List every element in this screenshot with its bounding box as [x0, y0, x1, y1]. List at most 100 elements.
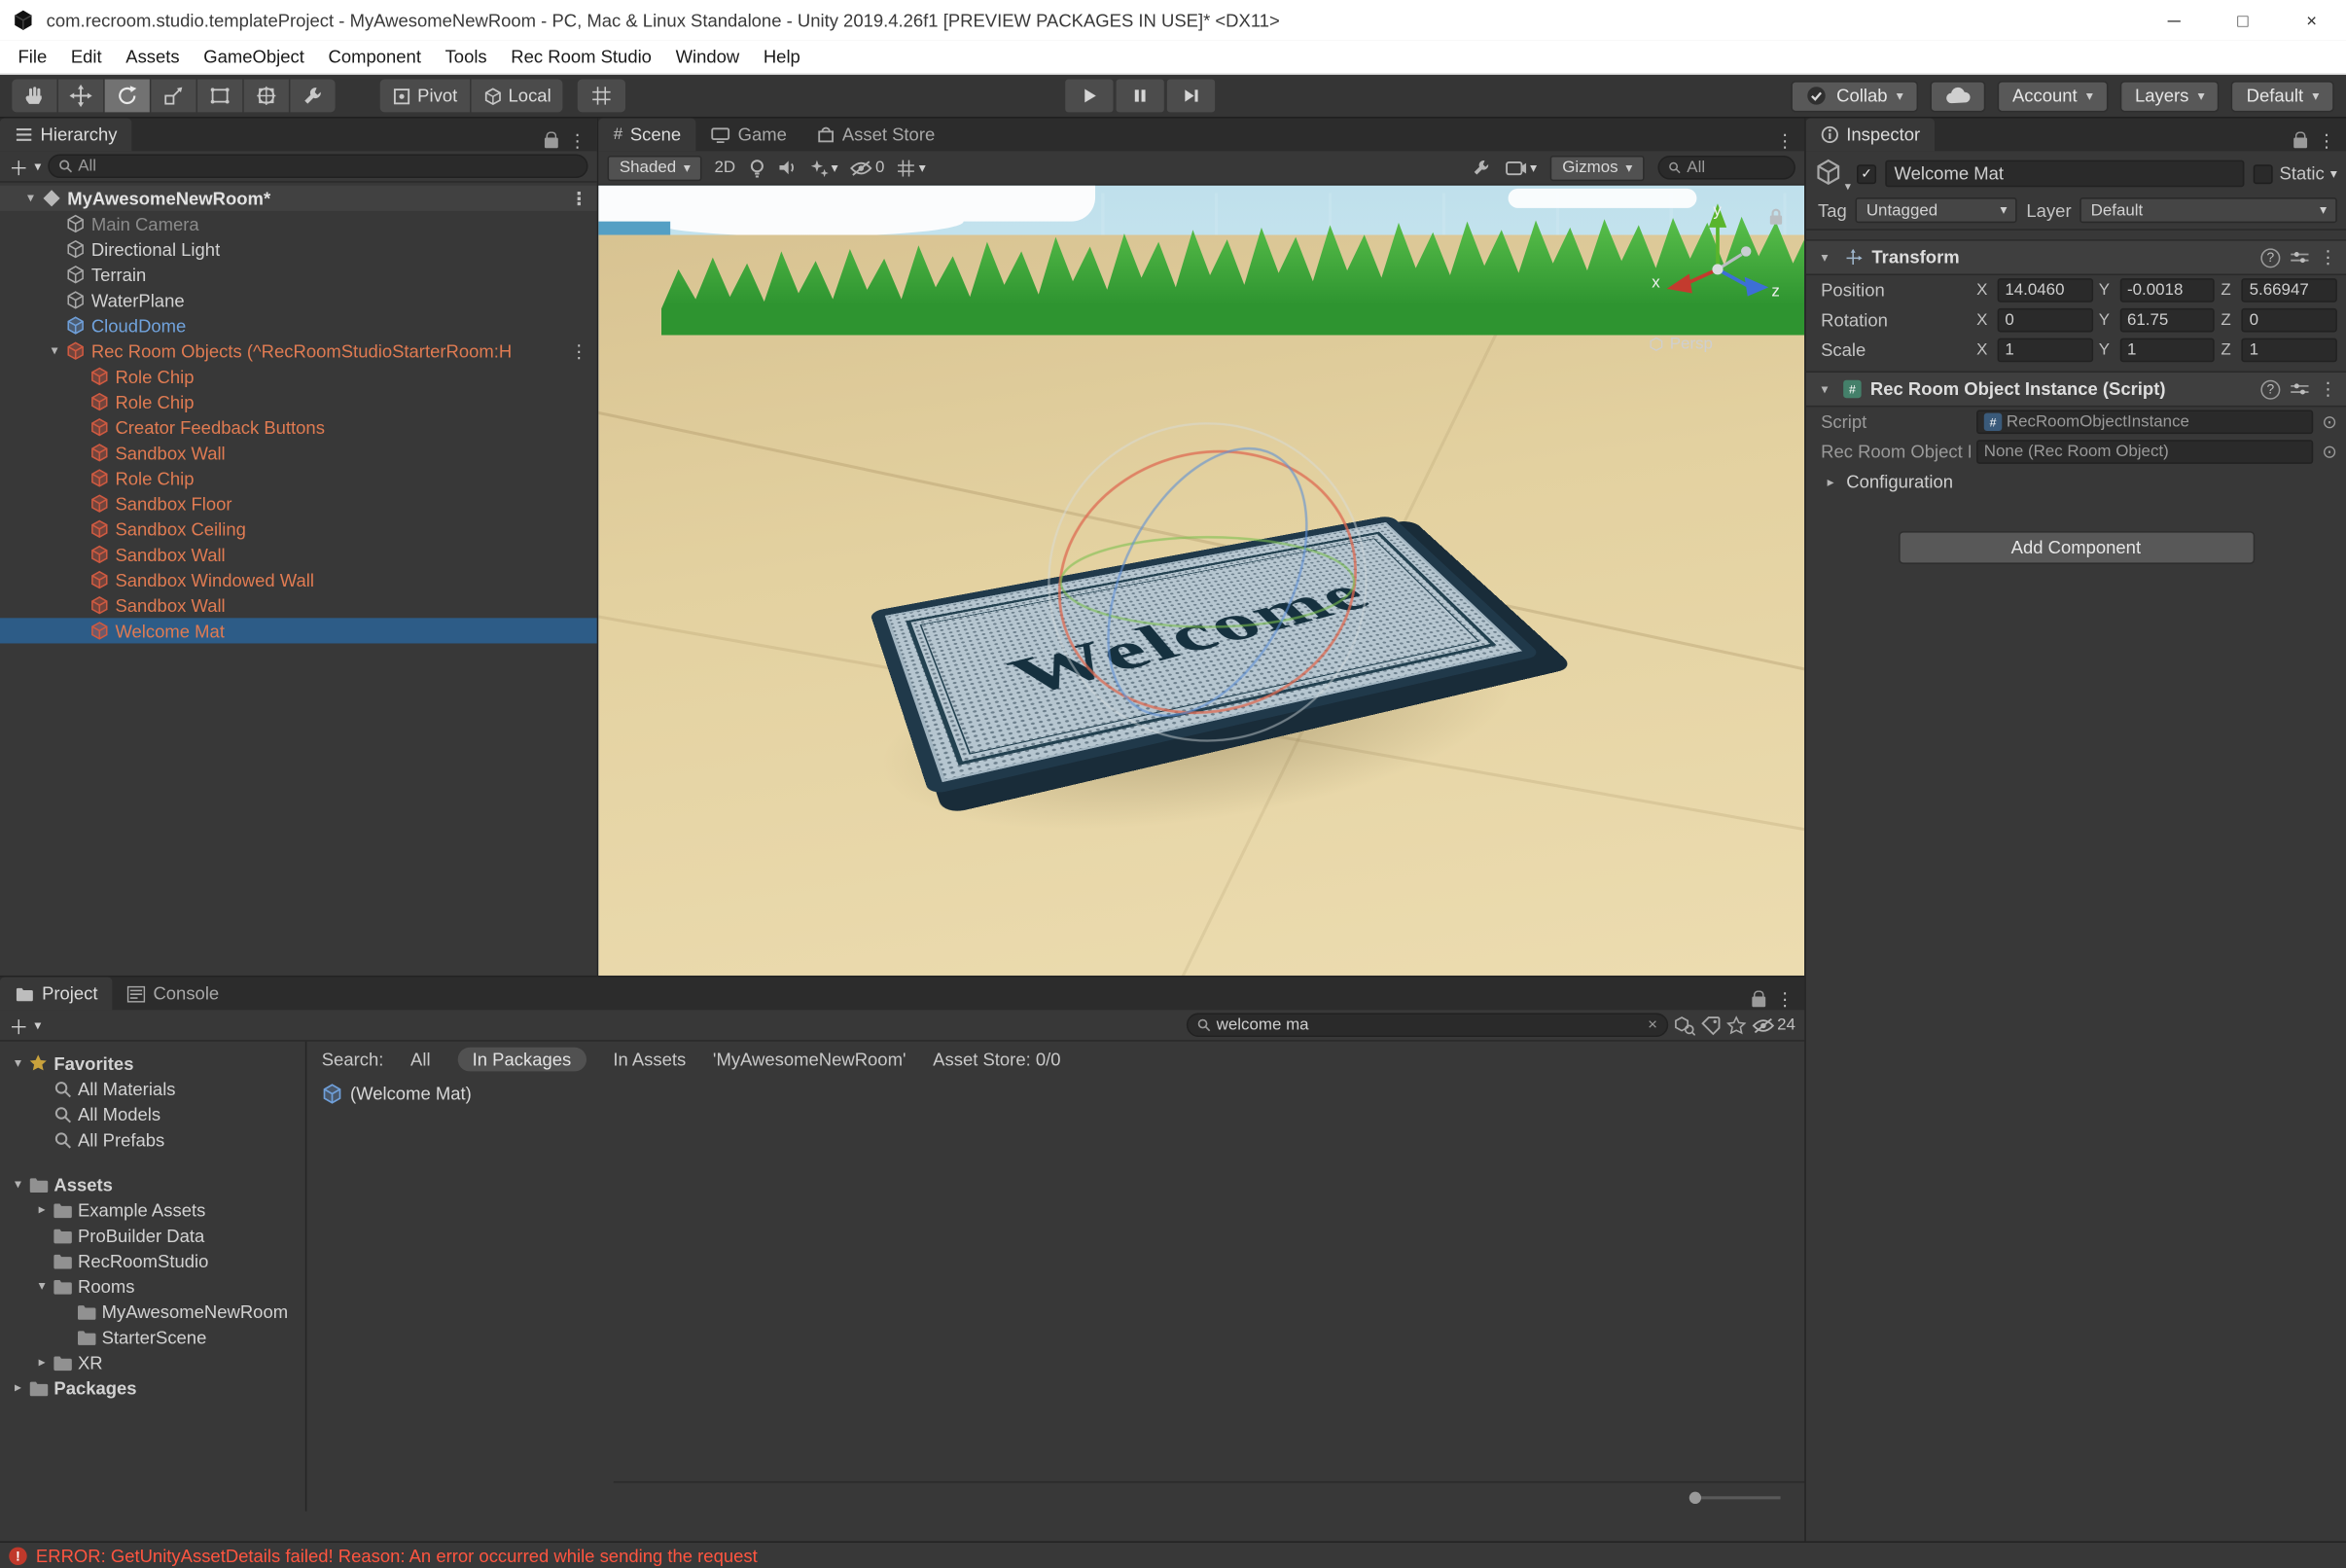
scope-asset-store[interactable]: Asset Store: 0/0: [933, 1049, 1060, 1070]
caret-icon[interactable]: ▾: [45, 342, 64, 359]
hierarchy-item[interactable]: CloudDome: [0, 313, 597, 339]
foldout-caret-icon[interactable]: ▾: [1815, 249, 1834, 266]
transform-tool-button[interactable]: [244, 80, 289, 113]
scene-audio-toggle[interactable]: [777, 159, 797, 176]
search-by-type-icon[interactable]: [1674, 1016, 1695, 1035]
custom-tool-button[interactable]: [290, 80, 335, 113]
static-checkbox[interactable]: [2254, 163, 2273, 183]
project-tree-item[interactable]: All Prefabs: [0, 1126, 305, 1152]
project-tree-item[interactable]: ProBuilder Data: [0, 1223, 305, 1248]
project-tree-item[interactable]: StarterScene: [0, 1324, 305, 1349]
scene-search-input[interactable]: [1687, 159, 1785, 176]
menu-tools[interactable]: Tools: [433, 40, 499, 74]
project-tree-item[interactable]: ▸Packages: [0, 1375, 305, 1401]
close-button[interactable]: ×: [2277, 0, 2346, 41]
local-toggle-button[interactable]: Local: [471, 80, 563, 113]
tab-console[interactable]: Console: [113, 978, 234, 1011]
kebab-menu-icon[interactable]: ⋮: [2319, 247, 2336, 268]
hierarchy-item[interactable]: Main Camera: [0, 211, 597, 236]
gizmos-dropdown[interactable]: Gizmos▾: [1550, 155, 1645, 180]
kebab-menu-icon[interactable]: ⋮: [2318, 130, 2335, 152]
object-name-field[interactable]: [1885, 160, 2245, 188]
search-result-item[interactable]: (Welcome Mat): [306, 1078, 1804, 1111]
rotation-y-field[interactable]: 61.75: [2119, 308, 2215, 333]
scale-tool-button[interactable]: [151, 80, 196, 113]
add-component-button[interactable]: Add Component: [1898, 531, 2254, 564]
scope-room[interactable]: 'MyAwesomeNewRoom': [713, 1049, 906, 1070]
project-tree-item[interactable]: ▾Rooms: [0, 1273, 305, 1299]
kebab-menu-icon[interactable]: ⋮: [569, 130, 586, 152]
2d-toggle[interactable]: 2D: [714, 159, 735, 176]
hierarchy-item[interactable]: ▾MyAwesomeNewRoom*⋮: [0, 186, 597, 211]
pivot-toggle-button[interactable]: Pivot: [380, 80, 470, 113]
kebab-menu-icon[interactable]: ⋮: [1776, 130, 1794, 152]
project-tree-item[interactable]: RecRoomStudio: [0, 1248, 305, 1273]
tab-game[interactable]: Game: [696, 119, 802, 152]
scene-viewport[interactable]: Welcome y x z: [598, 186, 1804, 976]
caret-icon[interactable]: ▸: [33, 1201, 51, 1218]
collab-button[interactable]: Collab ▾: [1792, 80, 1918, 111]
hierarchy-item[interactable]: Welcome Mat: [0, 618, 597, 643]
scope-in-packages[interactable]: In Packages: [457, 1048, 586, 1072]
preset-icon[interactable]: [2291, 381, 2308, 396]
rect-tool-button[interactable]: [197, 80, 242, 113]
hierarchy-item[interactable]: Sandbox Ceiling: [0, 517, 597, 542]
project-tree-item[interactable]: ▾Assets: [0, 1171, 305, 1196]
hierarchy-item[interactable]: Sandbox Floor: [0, 491, 597, 517]
tag-dropdown[interactable]: Untagged▾: [1856, 197, 2017, 223]
caret-icon[interactable]: ▸: [33, 1354, 51, 1371]
account-dropdown[interactable]: Account▾: [1998, 80, 2109, 111]
cloud-button[interactable]: [1930, 80, 1985, 111]
project-search[interactable]: ×: [1186, 1013, 1667, 1037]
position-y-field[interactable]: -0.0018: [2119, 278, 2215, 303]
kebab-menu-icon[interactable]: ⋮: [2319, 378, 2336, 400]
hierarchy-item[interactable]: Creator Feedback Buttons: [0, 414, 597, 440]
status-bar[interactable]: ! ERROR: GetUnityAssetDetails failed! Re…: [0, 1541, 2346, 1568]
rotation-z-field[interactable]: 0: [2242, 308, 2337, 333]
hierarchy-item[interactable]: Directional Light: [0, 236, 597, 262]
scene-visibility-toggle[interactable]: 0: [850, 159, 885, 176]
recroom-object-field[interactable]: None (Rec Room Object): [1976, 440, 2313, 464]
search-by-label-icon[interactable]: [1701, 1016, 1721, 1035]
tab-inspector[interactable]: Inspector: [1806, 119, 1936, 152]
caret-icon[interactable]: ▾: [33, 1278, 51, 1295]
tab-asset-store[interactable]: Asset Store: [801, 119, 949, 152]
hierarchy-search-input[interactable]: [78, 158, 578, 175]
lock-icon[interactable]: [2293, 138, 2307, 149]
caret-icon[interactable]: ▾: [9, 1176, 26, 1193]
chevron-down-icon[interactable]: ▾: [34, 1016, 41, 1033]
kebab-menu-icon[interactable]: ⋮: [570, 188, 587, 209]
caret-icon[interactable]: ▾: [21, 190, 41, 206]
object-name-input[interactable]: [1894, 163, 2235, 185]
hidden-count-indicator[interactable]: 24: [1752, 1016, 1795, 1034]
gameobject-icon[interactable]: ▾: [1815, 159, 1848, 189]
help-icon[interactable]: ?: [2260, 379, 2280, 399]
menu-window[interactable]: Window: [663, 40, 751, 74]
hierarchy-item[interactable]: ▾Rec Room Objects (^RecRoomStudioStarter…: [0, 339, 597, 364]
rotation-gizmo[interactable]: [990, 395, 1424, 769]
menu-help[interactable]: Help: [752, 40, 813, 74]
layout-dropdown[interactable]: Default▾: [2231, 80, 2333, 111]
preset-icon[interactable]: [2291, 250, 2308, 265]
layer-dropdown[interactable]: Default▾: [2080, 197, 2337, 223]
scene-search[interactable]: [1657, 156, 1795, 180]
project-tree-item[interactable]: ▸XR: [0, 1350, 305, 1375]
menu-assets[interactable]: Assets: [114, 40, 192, 74]
chevron-down-icon[interactable]: ▾: [34, 158, 41, 174]
caret-icon[interactable]: ▾: [9, 1055, 26, 1072]
scope-all[interactable]: All: [410, 1049, 431, 1070]
chevron-down-icon[interactable]: ▾: [2330, 165, 2337, 182]
layers-dropdown[interactable]: Layers▾: [2120, 80, 2220, 111]
configuration-foldout[interactable]: ▸ Configuration: [1806, 467, 2346, 498]
create-button[interactable]: ＋: [9, 152, 28, 180]
move-tool-button[interactable]: [58, 80, 103, 113]
scene-grid-dropdown[interactable]: ▾: [897, 158, 926, 177]
hierarchy-item[interactable]: Sandbox Windowed Wall: [0, 567, 597, 592]
object-picker-icon[interactable]: ⊙: [2322, 442, 2336, 463]
tab-project[interactable]: Project: [0, 978, 113, 1011]
hierarchy-item[interactable]: Role Chip: [0, 465, 597, 490]
hand-tool-button[interactable]: [12, 80, 56, 113]
hierarchy-item[interactable]: Role Chip: [0, 389, 597, 414]
menu-edit[interactable]: Edit: [59, 40, 114, 74]
scale-z-field[interactable]: 1: [2242, 339, 2337, 363]
